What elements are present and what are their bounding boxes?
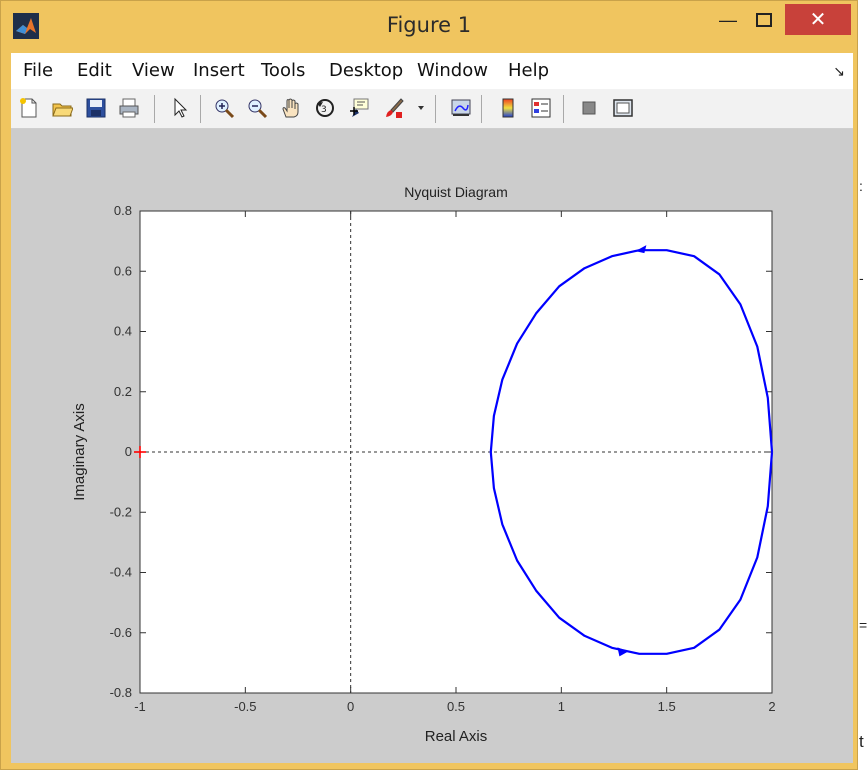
toolbar-separator <box>200 95 201 123</box>
pan-hand-icon[interactable] <box>279 96 303 120</box>
data-cursor-icon[interactable] <box>347 96 371 120</box>
y-tick-label: -0.2 <box>110 504 132 519</box>
rotate-3d-icon[interactable]: 3 <box>313 96 337 120</box>
x-tick-label: -0.5 <box>234 699 256 714</box>
y-tick-label: 0.2 <box>114 384 132 399</box>
legend-icon[interactable] <box>529 96 553 120</box>
x-axis-label: Real Axis <box>425 728 488 745</box>
y-tick-label: 0.8 <box>114 203 132 218</box>
chart-title: Nyquist Diagram <box>404 184 507 200</box>
y-tick-label: 0.4 <box>114 324 132 339</box>
x-tick-label: 0 <box>347 699 354 714</box>
menu-insert[interactable]: Insert <box>193 60 245 81</box>
new-figure-icon[interactable] <box>17 96 41 120</box>
figure-window: Figure 1 — ✕ File Edit View Insert Tools… <box>0 0 858 770</box>
dock-arrow-icon[interactable]: ↘ <box>833 63 845 80</box>
toolbar-separator <box>435 95 436 123</box>
y-tick-label: -0.6 <box>110 625 132 640</box>
menu-edit[interactable]: Edit <box>77 60 112 81</box>
zoom-out-icon[interactable] <box>245 96 269 120</box>
y-tick-label: 0.6 <box>114 263 132 278</box>
x-tick-label: 1.5 <box>658 699 676 714</box>
menu-bar: File Edit View Insert Tools Desktop Wind… <box>11 53 853 89</box>
menu-window[interactable]: Window <box>417 60 488 81</box>
title-bar[interactable]: Figure 1 — ✕ <box>1 1 857 51</box>
toolbar: 3 <box>11 89 853 129</box>
x-tick-label: 0.5 <box>447 699 465 714</box>
nyquist-chart[interactable]: -1 -0.5 0 0.5 1 1.5 2 0.8 0.6 0.4 0.2 0 -0.2 -0.4 -0.6… <box>11 129 853 763</box>
y-tick-label: 0 <box>125 444 132 459</box>
close-button[interactable]: ✕ <box>785 4 851 35</box>
toolbar-separator <box>154 95 155 123</box>
toolbar-separator <box>481 95 482 123</box>
figure-canvas: -1 -0.5 0 0.5 1 1.5 2 0.8 0.6 0.4 0.2 0 -0.2 -0.4 -0.6… <box>11 129 853 763</box>
y-tick-label: -0.4 <box>110 565 132 580</box>
x-tick-label: 1 <box>558 699 565 714</box>
x-tick-label: 2 <box>768 699 775 714</box>
show-plot-tools-icon[interactable] <box>611 96 635 120</box>
hide-plot-tools-icon[interactable] <box>577 96 601 120</box>
edit-plot-arrow-icon[interactable] <box>168 96 192 120</box>
toolbar-separator <box>563 95 564 123</box>
menu-file[interactable]: File <box>23 60 53 81</box>
brush-dropdown-icon[interactable] <box>415 96 427 120</box>
maximize-icon <box>756 13 772 27</box>
save-icon[interactable] <box>84 96 108 120</box>
menu-view[interactable]: View <box>132 60 175 81</box>
y-tick-label: -0.8 <box>110 685 132 700</box>
edge-glyph: - <box>859 270 864 286</box>
edge-glyph: t <box>859 732 864 751</box>
menu-tools[interactable]: Tools <box>261 60 305 81</box>
print-icon[interactable] <box>117 96 141 120</box>
y-axis-label: Imaginary Axis <box>71 403 88 501</box>
edge-glyph: : <box>859 178 863 194</box>
edge-glyph: = <box>859 617 867 633</box>
x-tick-label: -1 <box>134 699 146 714</box>
svg-text:3: 3 <box>321 105 327 115</box>
plot-area <box>139 210 773 694</box>
minimize-icon: — <box>719 9 737 30</box>
background-window-edge <box>858 0 867 774</box>
menu-help[interactable]: Help <box>508 60 549 81</box>
open-file-icon[interactable] <box>50 96 74 120</box>
menu-desktop[interactable]: Desktop <box>329 60 403 81</box>
link-plot-icon[interactable] <box>449 96 473 120</box>
close-icon: ✕ <box>809 9 827 31</box>
colorbar-icon[interactable] <box>496 96 520 120</box>
brush-icon[interactable] <box>382 96 406 120</box>
maximize-button[interactable] <box>743 5 785 35</box>
zoom-in-icon[interactable] <box>212 96 236 120</box>
